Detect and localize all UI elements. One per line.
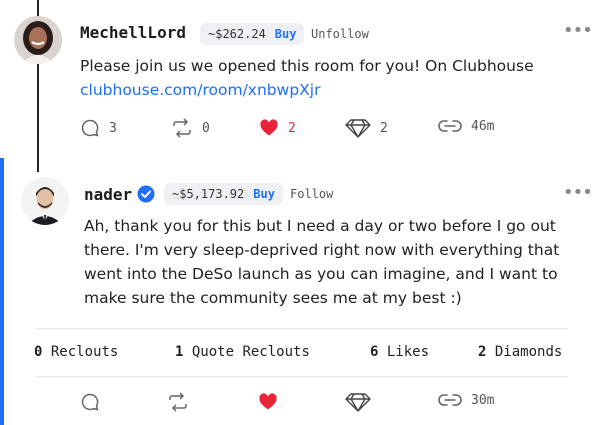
- more-icon[interactable]: •••: [563, 20, 593, 41]
- buy-button[interactable]: Buy: [253, 187, 275, 201]
- heart-icon: [260, 119, 278, 136]
- reclout-count: 0: [202, 120, 210, 136]
- likes-count[interactable]: 6 Likes: [370, 344, 429, 360]
- more-icon[interactable]: •••: [563, 182, 593, 203]
- reclouts-count[interactable]: 0 Reclouts: [34, 344, 118, 360]
- likes-number: 6: [370, 344, 379, 360]
- reclouts-number: 0: [34, 344, 43, 360]
- diamond-icon: [345, 393, 371, 412]
- avatar-nader[interactable]: [21, 177, 69, 225]
- post-time: 46m: [471, 118, 495, 134]
- heart-icon: [259, 393, 277, 410]
- diamond-stat[interactable]: 2: [345, 118, 388, 138]
- reclout-button[interactable]: [167, 392, 189, 412]
- comment-count: 3: [109, 120, 117, 136]
- divider: [36, 328, 568, 329]
- post-link-stat[interactable]: 30m: [438, 392, 494, 408]
- post-body: Please join us we opened this room for y…: [80, 54, 570, 102]
- username[interactable]: nader: [84, 185, 132, 204]
- like-stat[interactable]: 2: [259, 118, 296, 138]
- coin-price: ~$262.24: [208, 27, 266, 41]
- post-time: 30m: [471, 392, 495, 408]
- diamond-icon: [345, 119, 371, 138]
- quote-reclouts-label: Quote Reclouts: [191, 344, 310, 360]
- likes-label: Likes: [386, 344, 430, 360]
- reclout-icon: [169, 392, 187, 412]
- diamond-button[interactable]: [345, 392, 371, 412]
- follow-button[interactable]: Follow: [290, 187, 333, 201]
- avatar-mechelllord[interactable]: [14, 16, 62, 64]
- comment-icon: [81, 393, 99, 411]
- post-text: Ah, thank you for this but I need a day …: [84, 217, 560, 307]
- post-link[interactable]: clubhouse.com/room/xnbwpXjr: [80, 78, 570, 102]
- buy-button[interactable]: Buy: [275, 27, 297, 41]
- comment-icon: [81, 119, 99, 137]
- verified-icon: [137, 185, 155, 203]
- comment-button[interactable]: [80, 392, 100, 412]
- quote-reclouts-count[interactable]: 1 Quote Reclouts: [175, 344, 310, 360]
- diamonds-count[interactable]: 2 Diamonds: [478, 344, 562, 360]
- comment-stat[interactable]: 3: [80, 118, 117, 138]
- link-icon: [438, 120, 462, 132]
- reclout-icon: [173, 118, 191, 138]
- like-button[interactable]: [258, 392, 278, 412]
- creator-coin-price[interactable]: ~$262.24 Buy: [200, 23, 305, 45]
- reclout-stat[interactable]: 0: [171, 118, 210, 138]
- unfollow-button[interactable]: Unfollow: [311, 27, 369, 41]
- quote-reclouts-number: 1: [175, 344, 184, 360]
- like-count: 2: [288, 120, 296, 136]
- post-text: Please join us we opened this room for y…: [80, 57, 534, 75]
- selected-post-indicator: [0, 158, 4, 425]
- username[interactable]: MechellLord: [80, 23, 186, 42]
- coin-price: ~$5,173.92: [172, 187, 245, 201]
- diamonds-number: 2: [478, 344, 487, 360]
- creator-coin-price[interactable]: ~$5,173.92 Buy: [164, 183, 283, 205]
- diamond-count: 2: [380, 120, 388, 136]
- reclouts-label: Reclouts: [50, 344, 119, 360]
- divider: [36, 376, 568, 377]
- post-link-stat[interactable]: 46m: [438, 118, 494, 134]
- diamonds-label: Diamonds: [494, 344, 563, 360]
- link-icon: [438, 394, 462, 406]
